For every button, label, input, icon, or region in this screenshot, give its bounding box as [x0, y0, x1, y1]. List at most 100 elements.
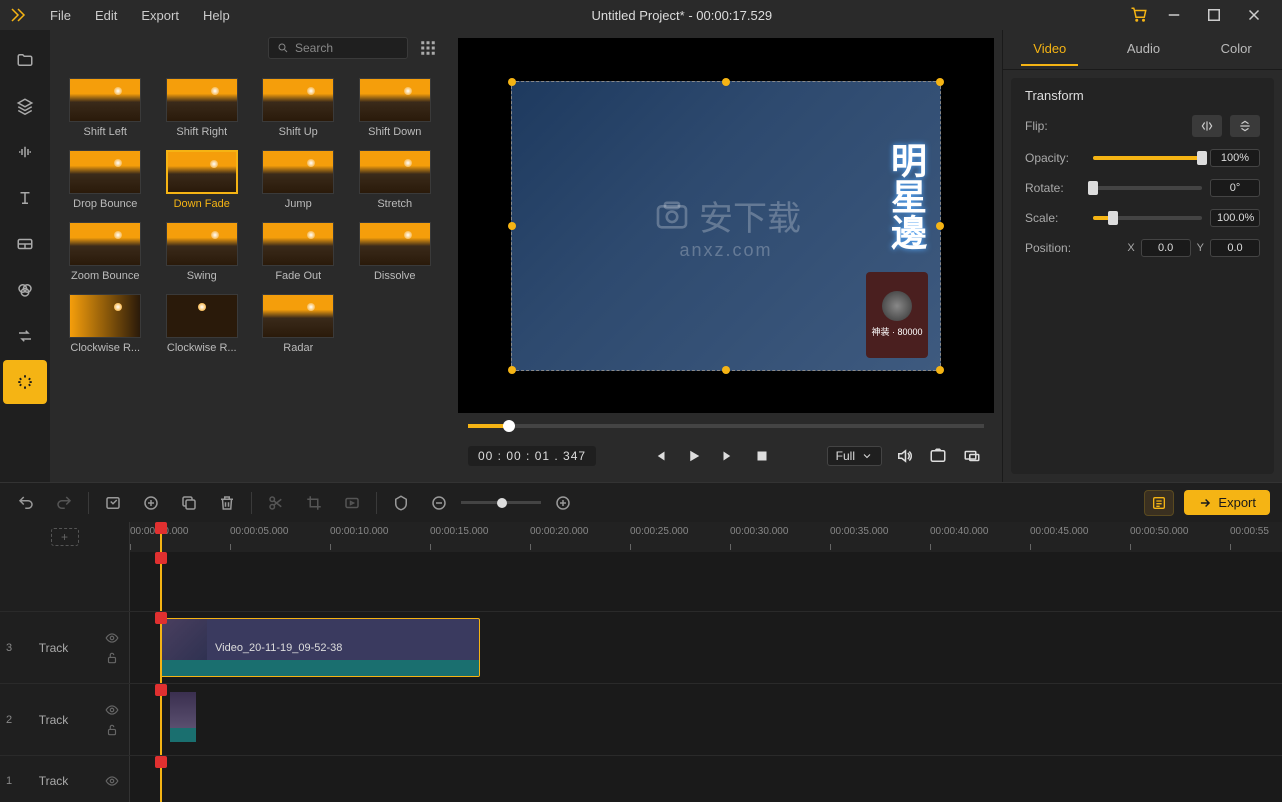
handle-icon[interactable]	[508, 222, 516, 230]
effect-label: Swing	[187, 270, 217, 282]
close-button[interactable]	[1234, 1, 1274, 29]
track-body[interactable]: Video_20-11-19_09-52-38	[130, 612, 1282, 683]
menu-edit[interactable]: Edit	[85, 4, 127, 27]
opacity-slider[interactable]	[1093, 156, 1202, 160]
effect-item[interactable]: Shift Left	[58, 74, 153, 142]
fit-select[interactable]: Full	[827, 446, 882, 466]
delete-button[interactable]	[213, 489, 241, 517]
effect-item[interactable]: Drop Bounce	[58, 146, 153, 214]
next-frame-button[interactable]	[716, 444, 740, 468]
timeline-gutter: +	[0, 522, 130, 552]
menu-file[interactable]: File	[40, 4, 81, 27]
eye-icon[interactable]	[105, 774, 119, 788]
speed-button[interactable]	[338, 489, 366, 517]
maximize-button[interactable]	[1194, 1, 1234, 29]
effect-thumb	[166, 294, 238, 338]
media-tool[interactable]	[3, 38, 47, 82]
effect-item[interactable]: Clockwise R...	[155, 290, 250, 358]
tab-video[interactable]: Video	[1021, 33, 1078, 66]
snapshot-icon[interactable]	[926, 444, 950, 468]
fullscreen-icon[interactable]	[960, 444, 984, 468]
preview-controls: 00 : 00 : 01 . 347 Full	[458, 438, 994, 474]
add-marker-button[interactable]	[137, 489, 165, 517]
eye-icon[interactable]	[105, 631, 119, 645]
play-button[interactable]	[682, 444, 706, 468]
filters-tool[interactable]	[3, 268, 47, 312]
track-header[interactable]: 3 Track	[0, 612, 130, 683]
zoom-slider[interactable]	[461, 501, 541, 504]
split-button[interactable]	[262, 489, 290, 517]
handle-icon[interactable]	[936, 366, 944, 374]
effect-item[interactable]: Shift Down	[348, 74, 443, 142]
zoom-in-button[interactable]	[549, 489, 577, 517]
effect-item[interactable]: Dissolve	[348, 218, 443, 286]
marker-icon[interactable]	[387, 489, 415, 517]
handle-icon[interactable]	[508, 78, 516, 86]
preview-clip[interactable]: 明星邊 神装 · 80000	[511, 81, 941, 371]
video-clip[interactable]: Video_20-11-19_09-52-38	[160, 618, 480, 677]
stop-button[interactable]	[750, 444, 774, 468]
prev-frame-button[interactable]	[648, 444, 672, 468]
layers-tool[interactable]	[3, 84, 47, 128]
volume-icon[interactable]	[892, 444, 916, 468]
flip-horizontal-button[interactable]	[1192, 115, 1222, 137]
redo-button[interactable]	[50, 489, 78, 517]
effect-item[interactable]: Zoom Bounce	[58, 218, 153, 286]
menu-help[interactable]: Help	[193, 4, 240, 27]
undo-button[interactable]	[12, 489, 40, 517]
opacity-value[interactable]: 100%	[1210, 149, 1260, 167]
menu-export[interactable]: Export	[131, 4, 189, 27]
rotate-value[interactable]: 0°	[1210, 179, 1260, 197]
add-track-button[interactable]: +	[51, 528, 79, 546]
cart-icon[interactable]	[1124, 6, 1154, 24]
track-body[interactable]	[130, 684, 1282, 755]
rotate-slider[interactable]	[1093, 186, 1202, 190]
grid-view-icon[interactable]	[416, 36, 440, 60]
track-header[interactable]: 1 Track	[0, 756, 130, 802]
export-button[interactable]: Export	[1184, 490, 1270, 515]
scale-slider[interactable]	[1093, 216, 1202, 220]
animations-tool[interactable]	[3, 360, 47, 404]
preview-canvas[interactable]: 明星邊 神装 · 80000 安下载 anxz.com	[458, 38, 994, 413]
overlay-tool[interactable]	[3, 222, 47, 266]
transitions-tool[interactable]	[3, 314, 47, 358]
tab-color[interactable]: Color	[1209, 33, 1264, 66]
scale-label: Scale:	[1025, 211, 1085, 225]
video-clip[interactable]	[170, 692, 196, 742]
effect-item[interactable]: Shift Right	[155, 74, 250, 142]
effect-item[interactable]: Fade Out	[251, 218, 346, 286]
lock-icon[interactable]	[105, 651, 119, 665]
handle-icon[interactable]	[936, 78, 944, 86]
zoom-out-button[interactable]	[425, 489, 453, 517]
effect-item[interactable]: Swing	[155, 218, 250, 286]
preview-scrubber[interactable]	[458, 413, 994, 438]
handle-icon[interactable]	[508, 366, 516, 374]
audio-tool[interactable]	[3, 130, 47, 174]
handle-icon[interactable]	[936, 222, 944, 230]
track-header[interactable]: 2 Track	[0, 684, 130, 755]
effect-item[interactable]: Clockwise R...	[58, 290, 153, 358]
copy-button[interactable]	[175, 489, 203, 517]
scale-value[interactable]: 100.0%	[1210, 209, 1260, 227]
search-input[interactable]: Search	[268, 37, 408, 59]
effect-item[interactable]: Shift Up	[251, 74, 346, 142]
position-x-value[interactable]: 0.0	[1141, 239, 1191, 257]
effect-item[interactable]: Down Fade	[155, 146, 250, 214]
effect-item[interactable]: Jump	[251, 146, 346, 214]
tab-audio[interactable]: Audio	[1115, 33, 1172, 66]
handle-icon[interactable]	[722, 366, 730, 374]
crop-button[interactable]	[300, 489, 328, 517]
effect-item[interactable]: Radar	[251, 290, 346, 358]
eye-icon[interactable]	[105, 703, 119, 717]
position-y-value[interactable]: 0.0	[1210, 239, 1260, 257]
mark-in-button[interactable]	[99, 489, 127, 517]
minimize-button[interactable]	[1154, 1, 1194, 29]
flip-vertical-button[interactable]	[1230, 115, 1260, 137]
handle-icon[interactable]	[722, 78, 730, 86]
lock-icon[interactable]	[105, 723, 119, 737]
export-settings-button[interactable]	[1144, 490, 1174, 516]
timeline-ruler[interactable]: 00:00:00.00000:00:05.00000:00:10.00000:0…	[130, 522, 1282, 552]
text-tool[interactable]	[3, 176, 47, 220]
track-body[interactable]	[130, 756, 1282, 802]
effect-item[interactable]: Stretch	[348, 146, 443, 214]
